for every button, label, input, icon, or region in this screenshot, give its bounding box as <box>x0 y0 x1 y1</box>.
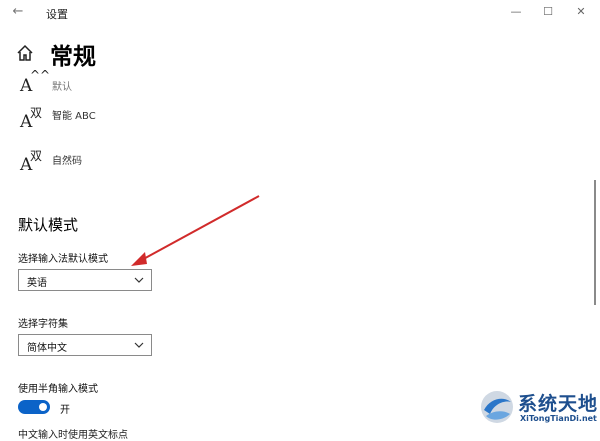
watermark-title: 系统天地 <box>518 393 599 415</box>
scrollbar[interactable] <box>594 180 596 305</box>
watermark: 系统天地 XiTongTianDi.net <box>478 385 600 432</box>
input-mode-select[interactable]: 英语 <box>18 269 152 291</box>
maximize-icon: ☐ <box>543 5 553 18</box>
charset-label: 选择字符集 <box>18 319 68 330</box>
ime-default-icon: A ^^ <box>20 68 51 96</box>
toggle-knob <box>39 403 47 411</box>
chevron-down-icon <box>134 342 144 348</box>
charset-select[interactable]: 简体中文 <box>18 334 152 356</box>
back-arrow-icon: ← <box>12 4 24 19</box>
maximize-button[interactable]: ☐ <box>537 3 559 21</box>
back-button[interactable]: ← <box>8 3 28 21</box>
minimize-icon: — <box>510 5 522 18</box>
input-mode-label: 选择输入法默认模式 <box>18 254 108 265</box>
halfwidth-label: 使用半角输入模式 <box>18 384 98 395</box>
input-mode-value: 英语 <box>27 278 47 289</box>
minimize-button[interactable]: — <box>505 3 527 21</box>
window-title: 设置 <box>46 8 68 21</box>
chevron-down-icon <box>134 277 144 283</box>
ime-abc-icon: A 双 <box>20 106 43 132</box>
section-heading-default-mode: 默认模式 <box>18 216 79 234</box>
ime-item-label: 默认 <box>52 82 72 93</box>
watermark-logo-icon <box>481 391 513 423</box>
close-icon: ✕ <box>576 5 586 18</box>
ime-item-label: 自然码 <box>52 156 82 167</box>
title-bar: ← 设置 — ☐ ✕ <box>0 0 600 26</box>
ime-item-label: 智能 ABC <box>52 111 96 122</box>
home-icon[interactable] <box>16 44 34 62</box>
watermark-url: XiTongTianDi.net <box>520 414 597 423</box>
ime-ziranma-icon: A 双 <box>20 149 43 175</box>
cut-off-setting-label: 中文输入时使用英文标点 <box>18 430 128 441</box>
halfwidth-toggle-state: 开 <box>60 405 70 416</box>
charset-value: 简体中文 <box>27 343 67 354</box>
halfwidth-toggle[interactable] <box>18 400 50 414</box>
page-title: 常规 <box>50 44 96 70</box>
close-button[interactable]: ✕ <box>570 3 592 21</box>
